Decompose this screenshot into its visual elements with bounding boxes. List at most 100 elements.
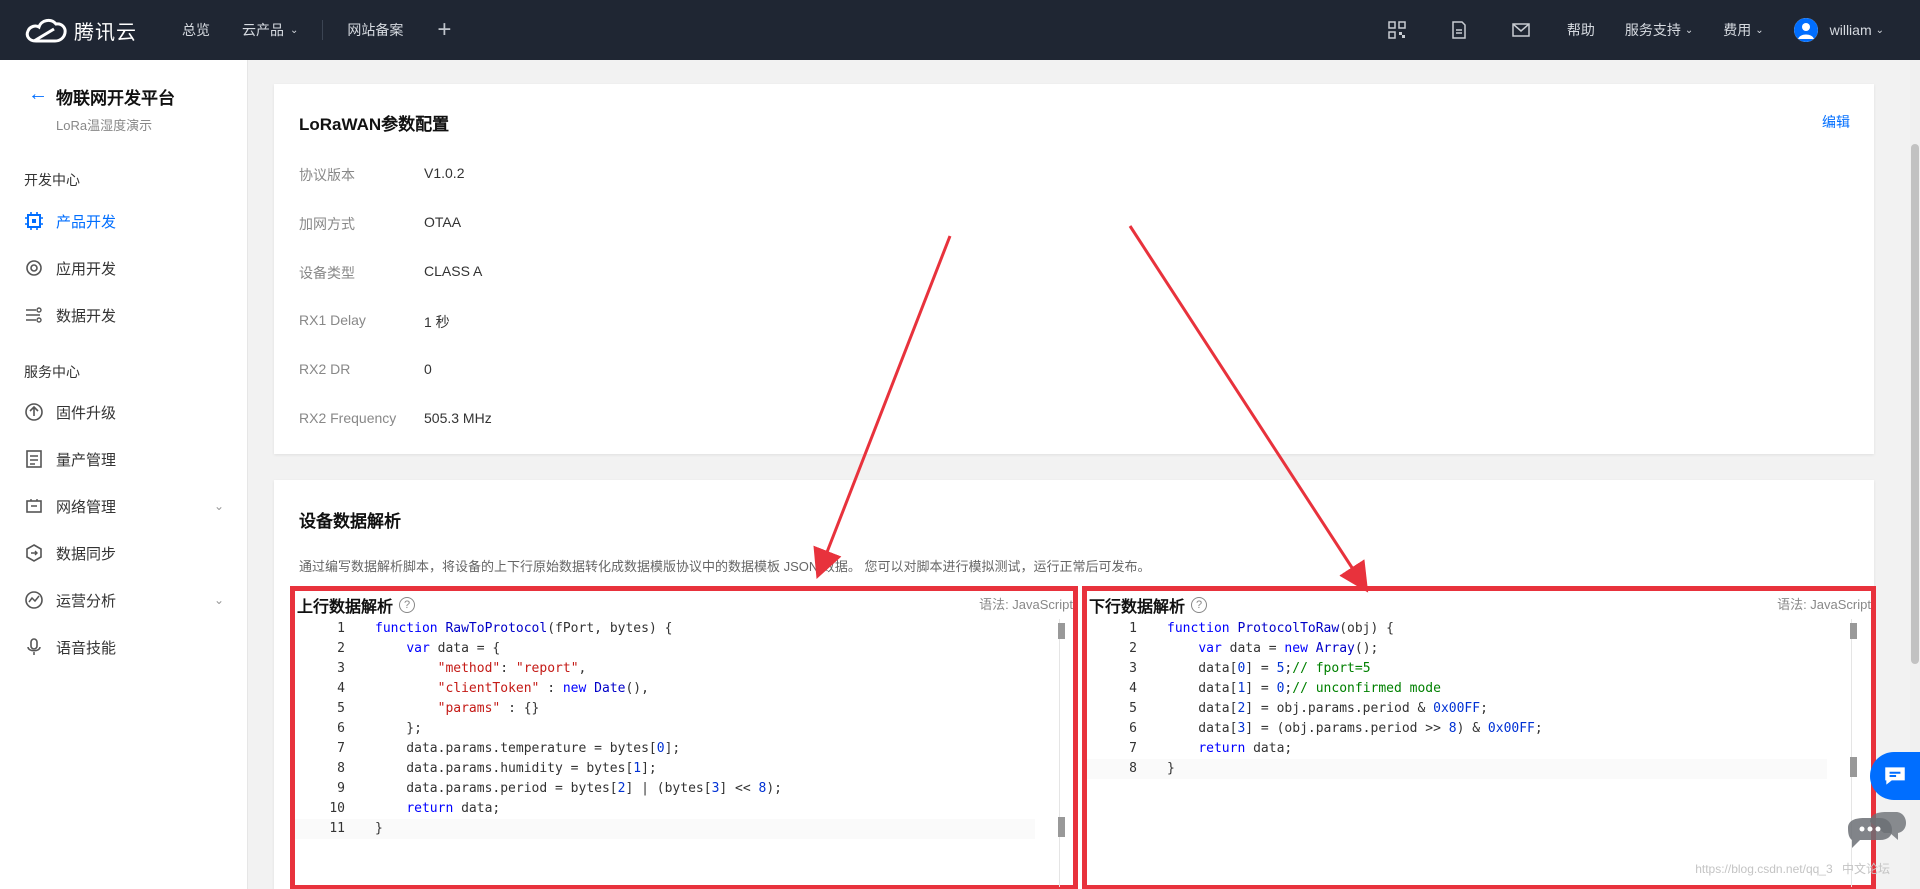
line-number: 5 [1129, 701, 1137, 716]
tencent-cloud-logo[interactable]: 腾讯云 [0, 15, 166, 45]
code-text: data.params.period = bytes[2] | (bytes[3… [375, 781, 783, 796]
document-icon[interactable] [1428, 0, 1490, 60]
editor-scrollbar[interactable] [1058, 623, 1065, 639]
code-editor[interactable]: 1 function ProtocolToRaw(obj) {2 var data… [1087, 619, 1827, 779]
group-dev-center: 开发中心 [24, 172, 80, 188]
line-number: 1 [1129, 621, 1137, 636]
code-line[interactable]: 1 function RawToProtocol(fPort, bytes) { [295, 619, 1035, 639]
code-line[interactable]: 10 return data; [295, 799, 1035, 819]
sidebar-item-network[interactable]: 网络管理 ⌄ [0, 483, 248, 529]
param-value: 0 [424, 361, 432, 377]
topbar-right: 帮助 服务支持 ⌄ 费用 ⌄ william ⌄ [1366, 0, 1920, 60]
page-scrollbar-thumb[interactable] [1911, 144, 1919, 664]
nav-overview[interactable]: 总览 [166, 0, 226, 60]
nav-icp-filing[interactable]: 网站备案 [331, 0, 419, 60]
sidebar-item-mass-production[interactable]: 量产管理 [0, 436, 248, 482]
billing-label: 费用 [1723, 22, 1752, 38]
mail-icon[interactable] [1490, 0, 1552, 60]
edit-button[interactable]: 编辑 [1822, 112, 1850, 132]
code-line[interactable]: 7 data.params.temperature = bytes[0]; [295, 739, 1035, 759]
code-text: "clientToken" : new Date(), [437, 681, 649, 696]
code-text: var data = { [406, 641, 501, 656]
chevron-down-icon: ⌄ [1875, 24, 1884, 36]
code-line[interactable]: 5 data[2] = obj.params.period & 0x00FF; [1087, 699, 1827, 719]
code-line[interactable]: 8} [1087, 759, 1827, 779]
nav-products[interactable]: 云产品 ⌄ [226, 0, 314, 60]
editor-scrollbar-end[interactable] [1058, 817, 1065, 837]
code-line[interactable]: 2 var data = new Array(); [1087, 639, 1827, 659]
chevron-down-icon: ⌄ [1684, 24, 1694, 36]
uplink-title: 上行数据解析 ? [297, 593, 416, 617]
billing-menu[interactable]: 费用 ⌄ [1708, 20, 1778, 40]
username: william [1829, 22, 1872, 38]
code-line[interactable]: 3 "method": "report", [295, 659, 1035, 679]
sidebar-item-data-sync[interactable]: 数据同步 [0, 530, 248, 576]
code-line[interactable]: 2 var data = { [295, 639, 1035, 659]
sidebar-item-label: 应用开发 [56, 260, 117, 278]
code-text: data.params.humidity = bytes[1]; [375, 761, 657, 776]
support-menu[interactable]: 服务支持 ⌄ [1610, 20, 1708, 40]
code-text: return data; [1198, 741, 1293, 756]
param-value: CLASS A [424, 263, 483, 279]
code-line[interactable]: 9 data.params.period = bytes[2] | (bytes… [295, 779, 1035, 799]
sidebar-item-data-dev[interactable]: 数据开发 [0, 292, 248, 338]
help-link[interactable]: 帮助 [1552, 20, 1610, 40]
code-text: var data = new Array(); [1198, 641, 1379, 656]
sidebar-item-firmware[interactable]: 固件升级 [0, 389, 248, 435]
line-number: 7 [337, 741, 345, 756]
param-row: RX2 DR 0 [299, 361, 432, 377]
param-value: 1 秒 [424, 314, 450, 330]
sidebar-header: ← 物联网开发平台 LoRa温湿度演示 [0, 60, 247, 134]
code-text: } [375, 821, 383, 836]
param-key: 设备类型 [299, 265, 355, 281]
sidebar-item-voice[interactable]: 语音技能 [0, 624, 248, 670]
param-row: 设备类型 CLASS A [299, 263, 482, 283]
help-icon[interactable]: ? [399, 597, 416, 613]
chevron-down-icon: ⌄ [290, 24, 299, 36]
downlink-title: 下行数据解析 ? [1089, 593, 1208, 617]
code-line[interactable]: 1 function ProtocolToRaw(obj) { [1087, 619, 1827, 639]
sidebar-item-label: 运营分析 [56, 592, 117, 610]
code-line[interactable]: 4 data[1] = 0;// unconfirmed mode [1087, 679, 1827, 699]
group-service-center: 服务中心 [24, 364, 80, 380]
sidebar-item-app-dev[interactable]: 应用开发 [0, 245, 248, 291]
code-line[interactable]: 3 data[0] = 5;// fport=5 [1087, 659, 1827, 679]
syntax-label: 语法: JavaScript [1777, 597, 1871, 612]
chip-icon [24, 211, 44, 231]
network-icon [24, 496, 44, 516]
back-arrow-icon[interactable]: ← [28, 84, 48, 104]
logo-text: 腾讯云 [74, 21, 137, 44]
qrcode-icon[interactable] [1366, 0, 1428, 60]
user-menu[interactable]: william ⌄ [1779, 18, 1920, 42]
top-navbar: 腾讯云 总览 云产品 ⌄ 网站备案 + 帮助 服务支持 ⌄ 费用 ⌄ willi… [0, 0, 1920, 60]
editor-scrollbar-end[interactable] [1850, 757, 1857, 777]
sidebar-item-analytics[interactable]: 运营分析 ⌄ [0, 577, 248, 623]
line-number: 6 [1129, 721, 1137, 736]
sidebar-item-label: 数据开发 [56, 307, 117, 325]
code-line[interactable]: 5 "params" : {} [295, 699, 1035, 719]
watermark-label: 中文论坛 [1841, 862, 1890, 876]
editor-scrollbar[interactable] [1850, 623, 1857, 639]
help-icon[interactable]: ? [1191, 597, 1208, 613]
code-text: "method": "report", [437, 661, 587, 676]
code-line[interactable]: 8 data.params.humidity = bytes[1]; [295, 759, 1035, 779]
nav-divider [322, 20, 324, 40]
chat-icon[interactable] [1870, 752, 1920, 800]
sync-icon [24, 543, 44, 563]
code-editor[interactable]: 1 function RawToProtocol(fPort, bytes) {2… [295, 619, 1035, 839]
code-line[interactable]: 7 return data; [1087, 739, 1827, 759]
add-shortcut-icon[interactable]: + [419, 16, 469, 44]
line-number: 3 [1129, 661, 1137, 676]
nav-products-label: 云产品 [242, 22, 284, 38]
code-line[interactable]: 4 "clientToken" : new Date(), [295, 679, 1035, 699]
sidebar-item-product-dev[interactable]: 产品开发 [0, 198, 248, 244]
card-title: 设备数据解析 [299, 512, 401, 531]
code-line[interactable]: 6 }; [295, 719, 1035, 739]
line-number: 8 [337, 761, 345, 776]
code-line[interactable]: 6 data[3] = (obj.params.period >> 8) & 0… [1087, 719, 1827, 739]
param-value: 505.3 MHz [424, 410, 492, 426]
param-key: RX2 Frequency [299, 410, 397, 426]
editor-title-label: 上行数据解析 [297, 599, 394, 616]
code-line[interactable]: 11} [295, 819, 1035, 839]
editor-scroll-track [1059, 619, 1060, 887]
